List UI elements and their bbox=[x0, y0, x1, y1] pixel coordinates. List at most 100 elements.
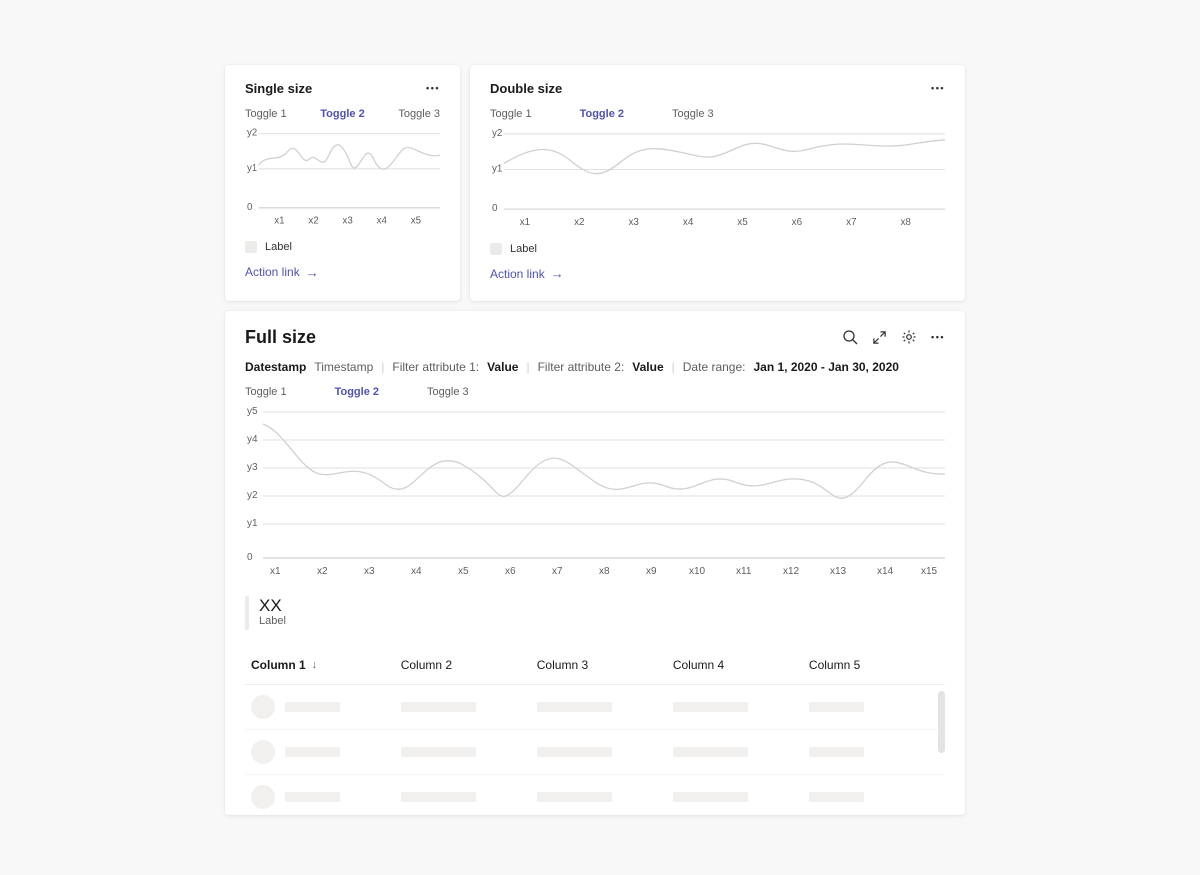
svg-text:0: 0 bbox=[492, 203, 498, 214]
svg-text:x6: x6 bbox=[505, 566, 516, 577]
svg-text:x10: x10 bbox=[689, 566, 706, 577]
svg-text:x2: x2 bbox=[574, 217, 584, 228]
svg-text:x12: x12 bbox=[783, 566, 800, 577]
stat-label: Label bbox=[259, 615, 286, 628]
expand-icon[interactable] bbox=[872, 330, 887, 345]
table-row[interactable] bbox=[245, 685, 945, 730]
toggle-1[interactable]: Toggle 1 bbox=[245, 108, 287, 120]
svg-text:x3: x3 bbox=[364, 566, 375, 577]
svg-text:x11: x11 bbox=[736, 566, 752, 577]
svg-text:x4: x4 bbox=[683, 217, 694, 228]
filter-datestamp[interactable]: Datestamp bbox=[245, 360, 306, 374]
card-single: Single size ••• Toggle 1 Toggle 2 Toggle… bbox=[225, 65, 460, 301]
column-header-4[interactable]: Column 4 bbox=[673, 658, 809, 672]
svg-text:y5: y5 bbox=[247, 406, 258, 417]
svg-text:y1: y1 bbox=[492, 163, 503, 174]
toggle-group: Toggle 1 Toggle 2 Toggle 3 bbox=[490, 108, 945, 120]
chart-single: y2 y1 0 x1 x2 x3 x4 x5 bbox=[245, 124, 440, 231]
card-full-title: Full size bbox=[245, 327, 316, 348]
svg-text:x1: x1 bbox=[274, 215, 284, 226]
scrollbar[interactable] bbox=[938, 685, 945, 815]
toggle-2[interactable]: Toggle 2 bbox=[335, 386, 379, 398]
avatar bbox=[251, 740, 275, 764]
arrow-right-icon: → bbox=[551, 267, 564, 280]
filter-attr-2-value[interactable]: Value bbox=[632, 360, 663, 374]
svg-text:x14: x14 bbox=[877, 566, 894, 577]
svg-text:y1: y1 bbox=[247, 518, 258, 529]
column-header-5[interactable]: Column 5 bbox=[809, 658, 945, 672]
chart-double: y2 y1 0 x1 x2 x3 x4 x5 x6 x7 x8 bbox=[490, 124, 945, 233]
more-icon[interactable]: ••• bbox=[931, 84, 945, 93]
filter-timestamp[interactable]: Timestamp bbox=[314, 360, 373, 374]
svg-text:x1: x1 bbox=[520, 217, 531, 228]
sort-down-icon: ↓ bbox=[312, 659, 318, 671]
table-body bbox=[245, 685, 945, 815]
date-range-value[interactable]: Jan 1, 2020 - Jan 30, 2020 bbox=[753, 360, 898, 374]
svg-text:x2: x2 bbox=[317, 566, 328, 577]
svg-text:x5: x5 bbox=[737, 217, 748, 228]
filter-attr-1-label: Filter attribute 1: bbox=[392, 360, 479, 374]
svg-text:y2: y2 bbox=[492, 128, 502, 139]
stat-accent-bar bbox=[245, 596, 249, 630]
table-header: Column 1 ↓ Column 2 Column 3 Column 4 Co… bbox=[245, 648, 945, 685]
svg-text:y4: y4 bbox=[247, 434, 258, 445]
toggle-3[interactable]: Toggle 3 bbox=[398, 108, 440, 120]
toggle-1[interactable]: Toggle 1 bbox=[245, 386, 287, 398]
table-row[interactable] bbox=[245, 775, 945, 815]
more-icon[interactable]: ••• bbox=[931, 333, 945, 342]
svg-text:x1: x1 bbox=[270, 566, 281, 577]
svg-text:x7: x7 bbox=[846, 217, 856, 228]
svg-text:y3: y3 bbox=[247, 462, 258, 473]
svg-text:x7: x7 bbox=[552, 566, 563, 577]
legend-label: Label bbox=[265, 241, 292, 253]
toggle-1[interactable]: Toggle 1 bbox=[490, 108, 532, 120]
action-link[interactable]: Action link → bbox=[490, 267, 564, 281]
more-icon[interactable]: ••• bbox=[426, 84, 440, 93]
filter-attr-1-value[interactable]: Value bbox=[487, 360, 518, 374]
toggle-2[interactable]: Toggle 2 bbox=[320, 108, 364, 120]
svg-text:y2: y2 bbox=[247, 490, 258, 501]
svg-text:0: 0 bbox=[247, 552, 253, 563]
svg-text:x5: x5 bbox=[458, 566, 469, 577]
legend: Label bbox=[245, 241, 440, 253]
gear-icon[interactable] bbox=[901, 329, 917, 345]
column-header-2[interactable]: Column 2 bbox=[401, 658, 537, 672]
svg-text:x4: x4 bbox=[411, 566, 422, 577]
action-link[interactable]: Action link → bbox=[245, 265, 319, 279]
arrow-right-icon: → bbox=[306, 266, 319, 279]
svg-text:x5: x5 bbox=[411, 215, 422, 226]
svg-text:y1: y1 bbox=[247, 163, 257, 174]
card-double-title: Double size bbox=[490, 81, 562, 96]
toggle-3[interactable]: Toggle 3 bbox=[427, 386, 469, 398]
svg-text:x6: x6 bbox=[792, 217, 803, 228]
card-double: Double size ••• Toggle 1 Toggle 2 Toggle… bbox=[470, 65, 965, 301]
column-header-1[interactable]: Column 1 ↓ bbox=[245, 658, 401, 672]
toggle-3[interactable]: Toggle 3 bbox=[672, 108, 714, 120]
stat-value: XX bbox=[259, 596, 286, 616]
svg-text:0: 0 bbox=[247, 202, 253, 213]
legend-swatch bbox=[245, 241, 257, 253]
svg-text:x15: x15 bbox=[921, 566, 938, 577]
svg-text:x4: x4 bbox=[377, 215, 388, 226]
toggle-group: Toggle 1 Toggle 2 Toggle 3 bbox=[245, 108, 440, 120]
column-header-3[interactable]: Column 3 bbox=[537, 658, 673, 672]
filter-attr-2-label: Filter attribute 2: bbox=[538, 360, 625, 374]
legend-swatch bbox=[490, 243, 502, 255]
svg-text:y2: y2 bbox=[247, 128, 257, 139]
svg-text:x3: x3 bbox=[343, 215, 353, 226]
stat-block: XX Label bbox=[245, 596, 945, 630]
svg-text:x9: x9 bbox=[646, 566, 657, 577]
table-row[interactable] bbox=[245, 730, 945, 775]
toggle-group: Toggle 1 Toggle 2 Toggle 3 bbox=[245, 386, 945, 398]
search-icon[interactable] bbox=[842, 329, 858, 345]
avatar bbox=[251, 785, 275, 809]
svg-text:x8: x8 bbox=[900, 217, 911, 228]
card-single-title: Single size bbox=[245, 81, 312, 96]
filter-row: Datestamp Timestamp | Filter attribute 1… bbox=[245, 360, 945, 374]
toggle-2[interactable]: Toggle 2 bbox=[580, 108, 624, 120]
chart-full: y5 y4 y3 y2 y1 0 x1 x2 x3 x4 x5 x6 x7 x8… bbox=[245, 402, 945, 582]
svg-text:x8: x8 bbox=[599, 566, 610, 577]
svg-text:x13: x13 bbox=[830, 566, 847, 577]
legend-label: Label bbox=[510, 243, 537, 255]
card-full: Full size ••• Datestamp Timestamp | Filt… bbox=[225, 311, 965, 815]
